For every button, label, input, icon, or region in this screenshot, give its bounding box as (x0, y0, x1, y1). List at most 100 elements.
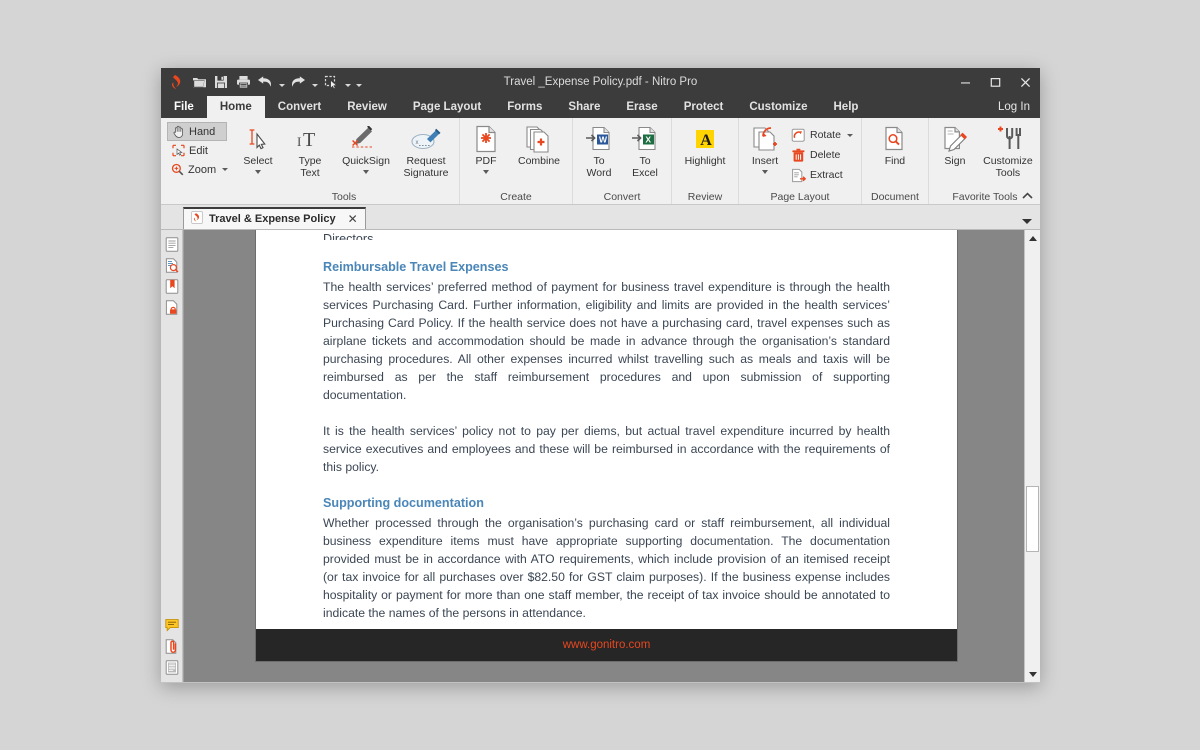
collapse-ribbon-icon[interactable] (1020, 190, 1034, 202)
rotate-button[interactable]: Rotate (788, 125, 858, 145)
edit-tool-button[interactable]: Edit (167, 141, 227, 160)
redo-dropdown-icon[interactable] (310, 73, 319, 91)
select-tool-icon[interactable] (321, 72, 341, 92)
sign-button-label: Sign (944, 155, 966, 167)
ribbon-tab-forms[interactable]: Forms (494, 96, 555, 118)
document-tab[interactable]: Travel & Expense Policy ✕ (183, 207, 366, 229)
ribbon-group-create: PDF Combine Create (459, 118, 572, 204)
scroll-up-button[interactable] (1025, 230, 1040, 246)
select-button-dropdown-icon[interactable] (255, 169, 261, 174)
customize-tools-icon (994, 124, 1022, 154)
document-viewport[interactable]: Directors. Reimbursable Travel Expenses … (183, 230, 1024, 682)
quicksign-button[interactable]: QuickSign (336, 122, 396, 174)
customize-qat-icon[interactable] (354, 73, 363, 91)
document-tab-strip: Travel & Expense Policy ✕ (161, 205, 1040, 230)
paragraph: Whether processed through the organisati… (323, 516, 890, 620)
delete-pages-button[interactable]: Delete (788, 145, 858, 165)
insert-pages-dropdown-icon[interactable] (762, 169, 768, 174)
footer-url[interactable]: www.gonitro.com (563, 639, 651, 651)
highlight-button[interactable]: A Highlight (675, 122, 735, 168)
hand-tool-label: Hand (189, 125, 216, 138)
scroll-down-button[interactable] (1025, 666, 1040, 682)
zoom-tool-button[interactable]: Zoom (167, 160, 229, 179)
ribbon-group-page-layout-title: Page Layout (770, 191, 830, 203)
ribbon-tab-page-layout[interactable]: Page Layout (400, 96, 494, 118)
quicksign-pen-icon (350, 124, 382, 154)
navigation-panel-rail (161, 230, 183, 682)
ribbon-tab-erase[interactable]: Erase (613, 96, 670, 118)
rotate-button-label: Rotate (810, 129, 841, 141)
ribbon-mode-group: Hand Edit Zoom (163, 118, 229, 204)
find-button[interactable]: Find (865, 122, 925, 168)
quicksign-dropdown-icon[interactable] (363, 169, 369, 174)
open-icon[interactable] (189, 72, 209, 92)
ribbon-group-review-title: Review (687, 191, 723, 203)
select-button[interactable]: Select (232, 122, 284, 174)
ribbon-tab-review[interactable]: Review (334, 96, 400, 118)
request-signature-button[interactable]: x Request Signature (396, 122, 456, 179)
bookmarks-icon[interactable] (163, 276, 181, 296)
vertical-scrollbar[interactable] (1024, 230, 1040, 682)
zoom-icon (171, 163, 184, 177)
combine-button[interactable]: Combine (509, 122, 569, 168)
type-text-button[interactable]: IT Type Text (284, 122, 336, 179)
document-tab-overflow-icon[interactable] (1022, 219, 1032, 224)
close-button[interactable] (1010, 68, 1040, 96)
comments-icon[interactable] (163, 615, 181, 635)
rotate-dropdown-icon[interactable] (846, 133, 853, 137)
create-pdf-dropdown-icon[interactable] (483, 169, 489, 174)
maximize-button[interactable] (980, 68, 1010, 96)
ribbon-tab-share[interactable]: Share (555, 96, 613, 118)
ribbon-tab-bar: File Home Convert Review Page Layout For… (161, 96, 1040, 118)
select-dropdown-icon[interactable] (343, 73, 352, 91)
pdf-page-icon (473, 124, 499, 154)
combine-pages-icon (524, 124, 554, 154)
print-icon[interactable] (233, 72, 253, 92)
insert-pages-button[interactable]: Insert (742, 122, 788, 174)
nitro-file-icon (191, 211, 203, 227)
hand-tool-button[interactable]: Hand (167, 122, 227, 141)
ribbon-group-create-title: Create (500, 191, 532, 203)
nitro-logo-icon[interactable] (167, 72, 187, 92)
attachments-icon[interactable] (163, 636, 181, 656)
ribbon-tab-protect[interactable]: Protect (671, 96, 737, 118)
ribbon-tab-convert[interactable]: Convert (265, 96, 334, 118)
ribbon-tab-customize[interactable]: Customize (736, 96, 820, 118)
document-tab-label: Travel & Expense Policy (209, 213, 336, 225)
extract-pages-button[interactable]: Extract (788, 165, 858, 185)
scrollbar-thumb[interactable] (1026, 486, 1039, 552)
ribbon-group-tools: Select IT Type Text QuickSign x Request … (229, 118, 459, 204)
select-button-label: Select (243, 155, 273, 167)
ribbon-tab-home[interactable]: Home (206, 96, 265, 118)
main-area: Directors. Reimbursable Travel Expenses … (161, 230, 1040, 682)
close-document-tab-icon[interactable]: ✕ (348, 212, 358, 226)
redo-icon[interactable] (288, 72, 308, 92)
customize-tools-button[interactable]: Customize Tools (978, 122, 1038, 179)
security-icon[interactable] (163, 297, 181, 317)
ribbon-group-document-title: Document (871, 191, 919, 203)
svg-text:X: X (645, 134, 651, 144)
page-thumbnails-icon[interactable] (163, 234, 181, 254)
log-in-button[interactable]: Log In (998, 96, 1030, 118)
save-icon[interactable] (211, 72, 231, 92)
request-signature-icon: x (410, 124, 442, 154)
create-pdf-button[interactable]: PDF (463, 122, 509, 174)
layers-icon[interactable] (163, 657, 181, 677)
undo-dropdown-icon[interactable] (277, 73, 286, 91)
to-word-button[interactable]: W To Word (576, 122, 622, 179)
ribbon-tab-file[interactable]: File (161, 96, 207, 118)
minimize-button[interactable] (950, 68, 980, 96)
status-bar: 2 (2 OF 3) (161, 682, 1040, 683)
to-excel-button[interactable]: X To Excel (622, 122, 668, 179)
edit-tool-label: Edit (189, 144, 208, 157)
zoom-dropdown-icon[interactable] (222, 168, 229, 171)
ribbon: Hand Edit Zoom Select I T Type Text Quic… (161, 118, 1040, 205)
scrollbar-track[interactable] (1025, 246, 1040, 666)
cut-off-text: Directors. (323, 232, 377, 240)
ribbon-group-convert: W To Word X To Excel Convert (572, 118, 671, 204)
ribbon-tab-help[interactable]: Help (821, 96, 872, 118)
page-layout-small-buttons: Rotate Delete Extract (788, 122, 858, 185)
sign-button[interactable]: Sign (932, 122, 978, 168)
undo-icon[interactable] (255, 72, 275, 92)
search-pages-icon[interactable] (163, 255, 181, 275)
